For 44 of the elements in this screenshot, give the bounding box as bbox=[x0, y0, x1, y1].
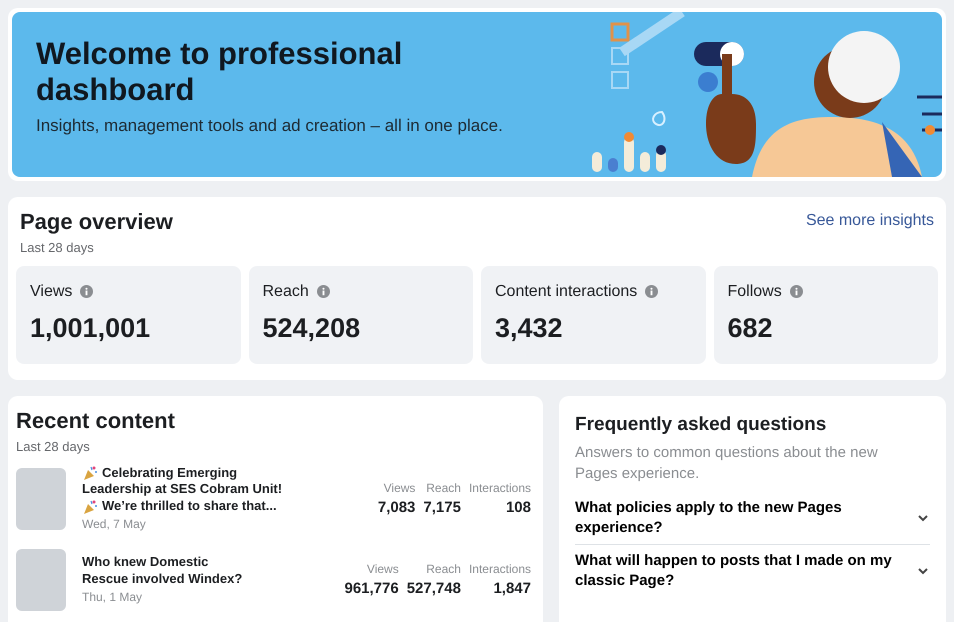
info-icon[interactable] bbox=[645, 285, 658, 298]
stat-label: Interactions bbox=[468, 480, 531, 497]
banner-title: Welcome to professional dashboard bbox=[36, 36, 404, 108]
metric-value: 524,208 bbox=[262, 312, 362, 344]
stat-label: Reach bbox=[425, 480, 461, 497]
post-title[interactable]: Who knew Domestic bbox=[82, 554, 208, 572]
photo-placeholder bbox=[16, 468, 66, 530]
insights-link[interactable]: See more insights bbox=[806, 209, 934, 233]
stat-label: Reach bbox=[425, 560, 461, 578]
faq-question[interactable]: What will happen to posts that I made on my classic Page? bbox=[575, 545, 930, 598]
post-title[interactable]: We’re thrilled to share that... bbox=[102, 498, 277, 516]
metric-label: Content interactions bbox=[495, 282, 638, 302]
post-date: Wed, 7 May bbox=[82, 516, 147, 534]
info-icon[interactable] bbox=[316, 285, 330, 298]
faq-question[interactable]: What policies apply to the new Pages experience? bbox=[575, 492, 930, 546]
post-title[interactable]: Leadership at SES Cobram Unit! bbox=[82, 481, 282, 498]
info-icon[interactable] bbox=[790, 285, 803, 298]
section-title: Frequently asked questions bbox=[575, 413, 828, 437]
banner-subtitle: Insights, management tools and ad creation – all in one place. bbox=[36, 115, 504, 138]
photo-placeholder bbox=[16, 549, 66, 612]
stat-label: Views bbox=[382, 480, 416, 497]
metric-label: Views bbox=[30, 282, 72, 302]
post-title[interactable]: Rescue involved Windex? bbox=[82, 571, 242, 588]
stat-value: 7,083 bbox=[378, 498, 416, 518]
post-date: Thu, 1 May bbox=[82, 589, 144, 606]
metric-label: Follows bbox=[728, 282, 782, 302]
period-label: Last 28 days bbox=[20, 239, 95, 257]
stat-value: 961,776 bbox=[344, 578, 399, 599]
section-title: Recent content bbox=[16, 407, 176, 435]
post-title[interactable]: Celebrating Emerging bbox=[102, 464, 238, 482]
stat-value: 108 bbox=[504, 498, 531, 518]
info-icon[interactable] bbox=[80, 285, 94, 298]
metric-value: 682 bbox=[728, 312, 774, 344]
faq-subtitle: Answers to common questions about the new Pages experience. bbox=[575, 442, 879, 484]
section-title: Page overview bbox=[20, 208, 173, 236]
stat-label: Interactions bbox=[468, 560, 531, 578]
stat-value: 527,748 bbox=[406, 578, 461, 599]
metric-label: Reach bbox=[262, 282, 309, 302]
stat-value: 1,847 bbox=[492, 578, 531, 599]
stat-label: Views bbox=[366, 560, 399, 578]
stat-value: 7,175 bbox=[423, 498, 461, 518]
metric-value: 1,001,001 bbox=[30, 312, 152, 344]
period-label: Last 28 days bbox=[16, 438, 91, 456]
metric-value: 3,432 bbox=[495, 312, 564, 344]
